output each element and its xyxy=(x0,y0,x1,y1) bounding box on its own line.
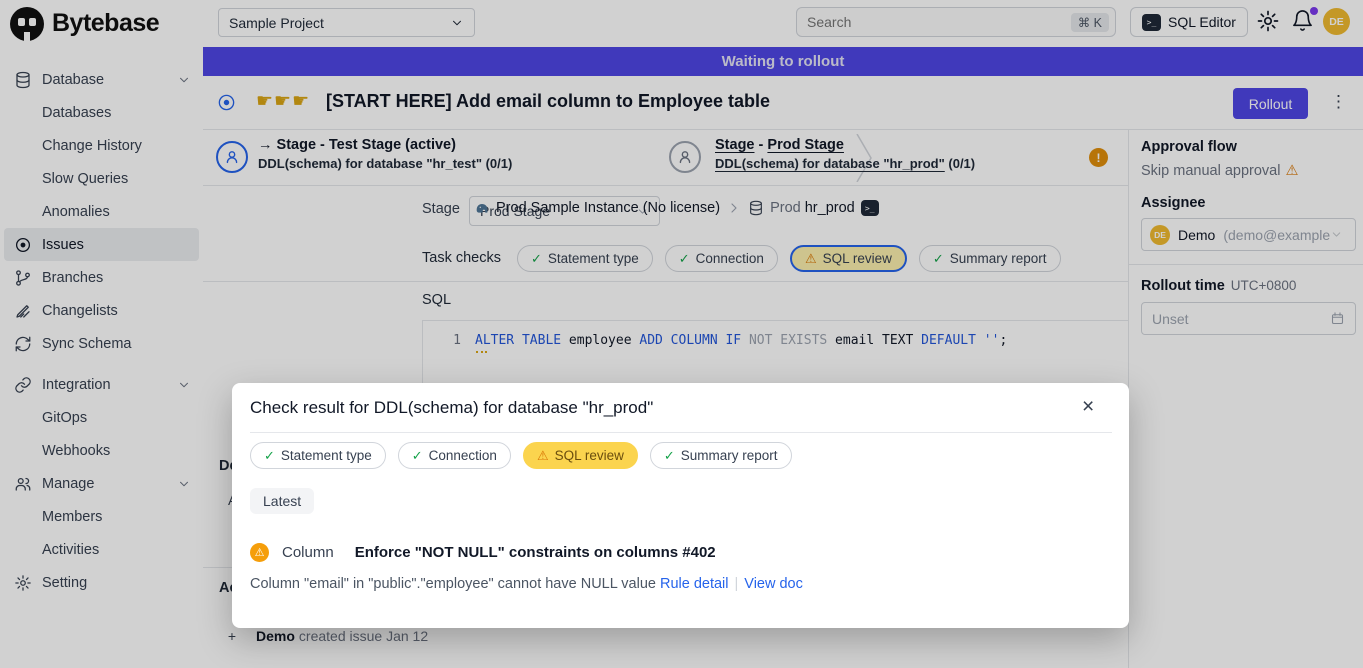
check-pass-icon: ✓ xyxy=(664,448,675,464)
warning-icon: ⚠ xyxy=(250,543,269,562)
modal-check-pill-summary-report[interactable]: ✓ Summary report xyxy=(650,442,792,469)
latest-badge: Latest xyxy=(250,488,314,514)
check-pass-icon: ✓ xyxy=(412,448,423,464)
check-pill-label: Statement type xyxy=(281,448,372,463)
finding-row: ⚠ Column Enforce "NOT NULL" constraints … xyxy=(250,543,716,562)
finding-detail-text: Column "email" in "public"."employee" ca… xyxy=(250,576,656,592)
link-separator: | xyxy=(735,576,739,592)
modal-check-pill-connection[interactable]: ✓ Connection xyxy=(398,442,511,469)
modal-check-pill-sql-review[interactable]: ⚠ SQL review xyxy=(523,442,638,469)
modal-check-pill-statement-type[interactable]: ✓ Statement type xyxy=(250,442,386,469)
modal-divider xyxy=(250,432,1112,433)
finding-rule-title: Enforce "NOT NULL" constraints on column… xyxy=(355,544,716,561)
view-doc-link[interactable]: View doc xyxy=(744,576,803,592)
check-pass-icon: ✓ xyxy=(264,448,275,464)
close-icon[interactable]: × xyxy=(1082,395,1094,419)
rule-detail-link[interactable]: Rule detail xyxy=(660,576,729,592)
finding-category: Column xyxy=(282,544,334,561)
check-pill-label: Connection xyxy=(429,448,497,463)
check-warning-icon: ⚠ xyxy=(537,448,549,464)
check-pill-label: SQL review xyxy=(555,448,624,463)
finding-detail: Column "email" in "public"."employee" ca… xyxy=(250,576,803,592)
check-pill-label: Summary report xyxy=(681,448,778,463)
check-result-modal: Check result for DDL(schema) for databas… xyxy=(232,383,1129,628)
modal-title: Check result for DDL(schema) for databas… xyxy=(250,398,653,418)
